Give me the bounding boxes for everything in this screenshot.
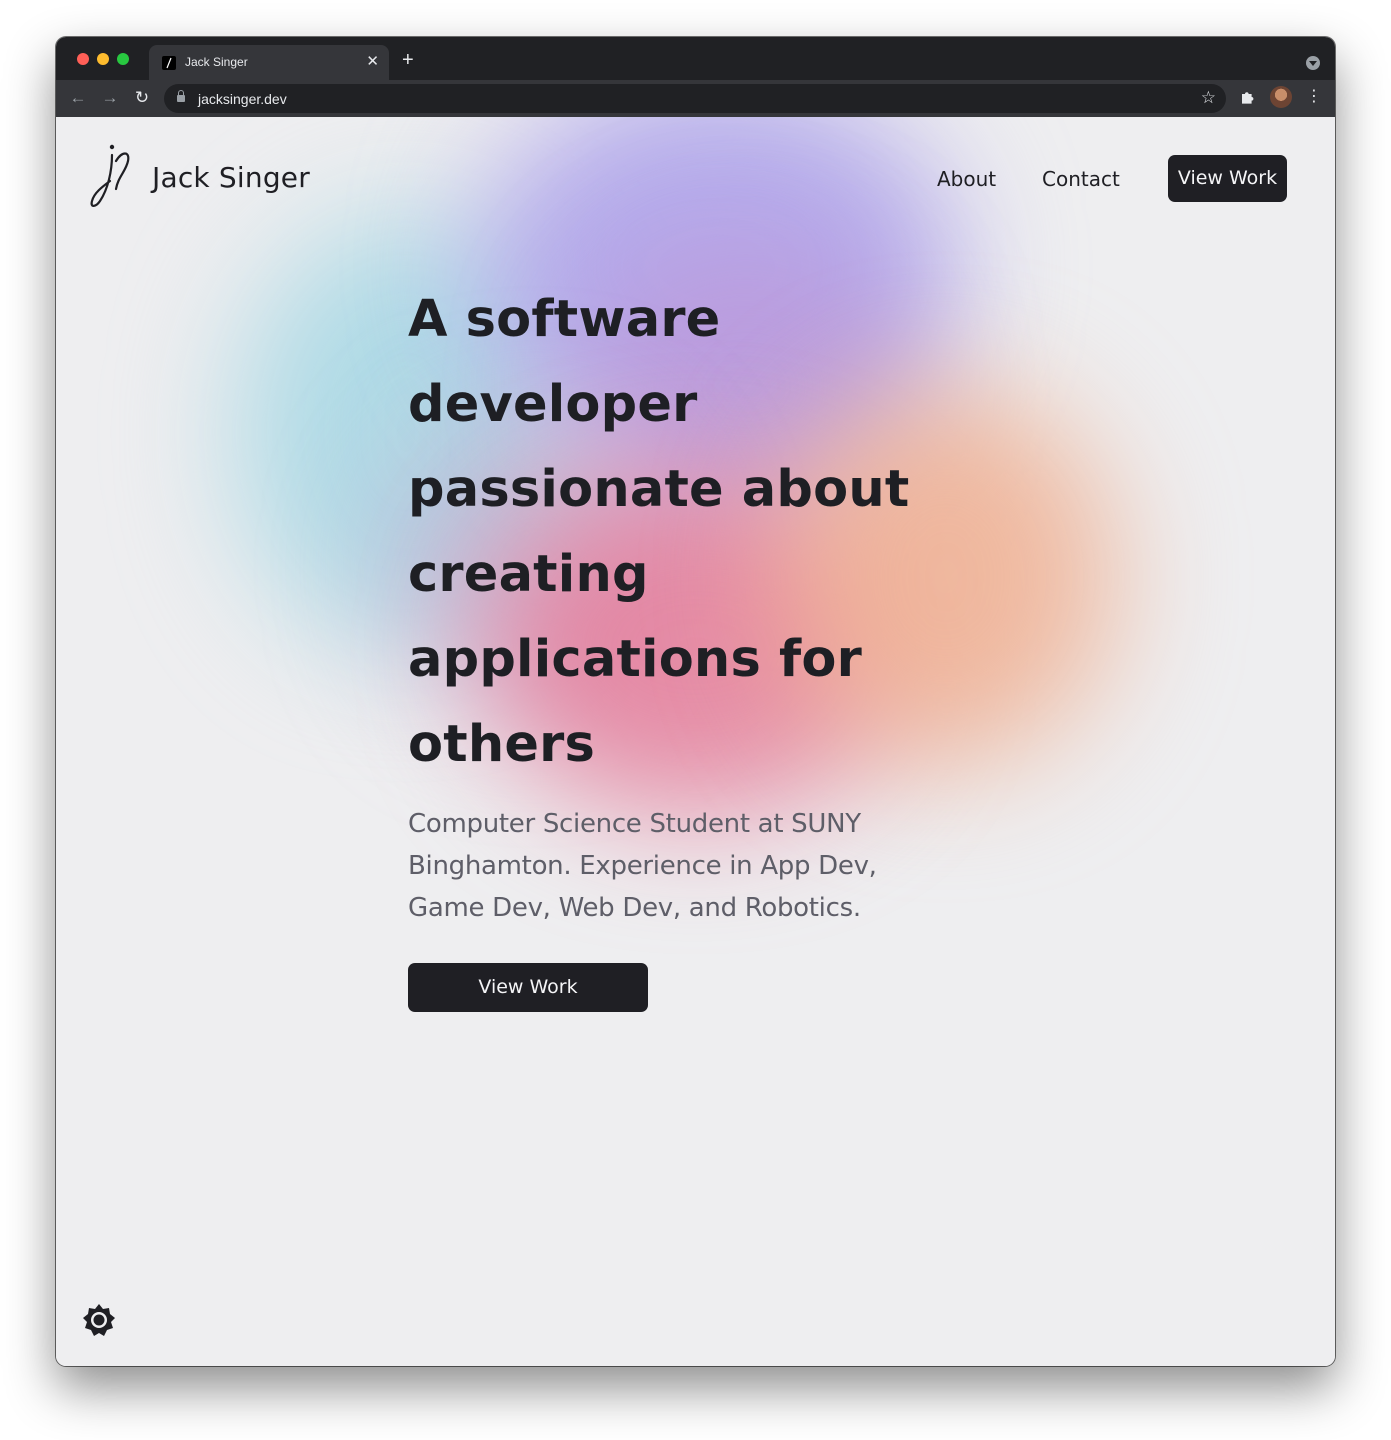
headline-line: A software bbox=[408, 290, 721, 349]
headline-line: creating bbox=[408, 545, 649, 604]
maximize-window-button[interactable] bbox=[117, 53, 129, 65]
tab-search-icon[interactable] bbox=[1306, 56, 1320, 70]
browser-window: Jack Singer ✕ + ← → ↻ jacksinger.dev ☆ ⋮ bbox=[56, 37, 1335, 1366]
sun-icon[interactable] bbox=[82, 1303, 116, 1337]
hero-subtext: Computer Science Student at SUNY Bingham… bbox=[408, 803, 928, 929]
brand-name[interactable]: Jack Singer bbox=[152, 161, 310, 194]
hero-headline: A software developer passionate about cr… bbox=[408, 277, 968, 787]
profile-avatar[interactable] bbox=[1270, 86, 1292, 108]
nav-view-work-button[interactable]: View Work bbox=[1168, 155, 1287, 202]
browser-tab[interactable]: Jack Singer ✕ bbox=[149, 45, 389, 80]
favicon-icon bbox=[162, 56, 176, 70]
puzzle-icon[interactable] bbox=[1240, 89, 1256, 105]
close-window-button[interactable] bbox=[77, 53, 89, 65]
forward-button[interactable]: → bbox=[100, 88, 120, 108]
reload-button[interactable]: ↻ bbox=[132, 88, 152, 108]
browser-menu-icon[interactable]: ⋮ bbox=[1306, 87, 1322, 107]
headline-line: passionate about bbox=[408, 460, 910, 519]
hero-view-work-button[interactable]: View Work bbox=[408, 963, 648, 1012]
js-signature-logo-icon[interactable] bbox=[88, 141, 134, 209]
url-text[interactable]: jacksinger.dev bbox=[198, 91, 287, 107]
minimize-window-button[interactable] bbox=[97, 53, 109, 65]
browser-toolbar: ← → ↻ jacksinger.dev ☆ ⋮ bbox=[56, 80, 1335, 118]
nav-link-contact[interactable]: Contact bbox=[1042, 167, 1120, 191]
close-tab-icon[interactable]: ✕ bbox=[366, 53, 379, 71]
page-content: Jack Singer About Contact View Work A so… bbox=[56, 117, 1335, 1366]
address-bar[interactable]: jacksinger.dev ☆ bbox=[164, 84, 1226, 113]
bookmark-star-icon[interactable]: ☆ bbox=[1201, 87, 1216, 109]
browser-titlebar: Jack Singer ✕ + bbox=[56, 37, 1335, 80]
headline-line: applications for bbox=[408, 630, 862, 689]
headline-line: developer bbox=[408, 375, 698, 434]
subtext-line: Computer Science Student at SUNY bbox=[408, 809, 861, 839]
headline-line: others bbox=[408, 715, 596, 774]
subtext-line: Game Dev, Web Dev, and Robotics. bbox=[408, 893, 861, 923]
tab-title: Jack Singer bbox=[185, 55, 248, 69]
back-button[interactable]: ← bbox=[68, 88, 88, 108]
new-tab-button[interactable]: + bbox=[402, 50, 414, 70]
nav-link-about[interactable]: About bbox=[937, 167, 996, 191]
lock-icon[interactable] bbox=[177, 90, 185, 102]
subtext-line: Binghamton. Experience in App Dev, bbox=[408, 851, 877, 881]
